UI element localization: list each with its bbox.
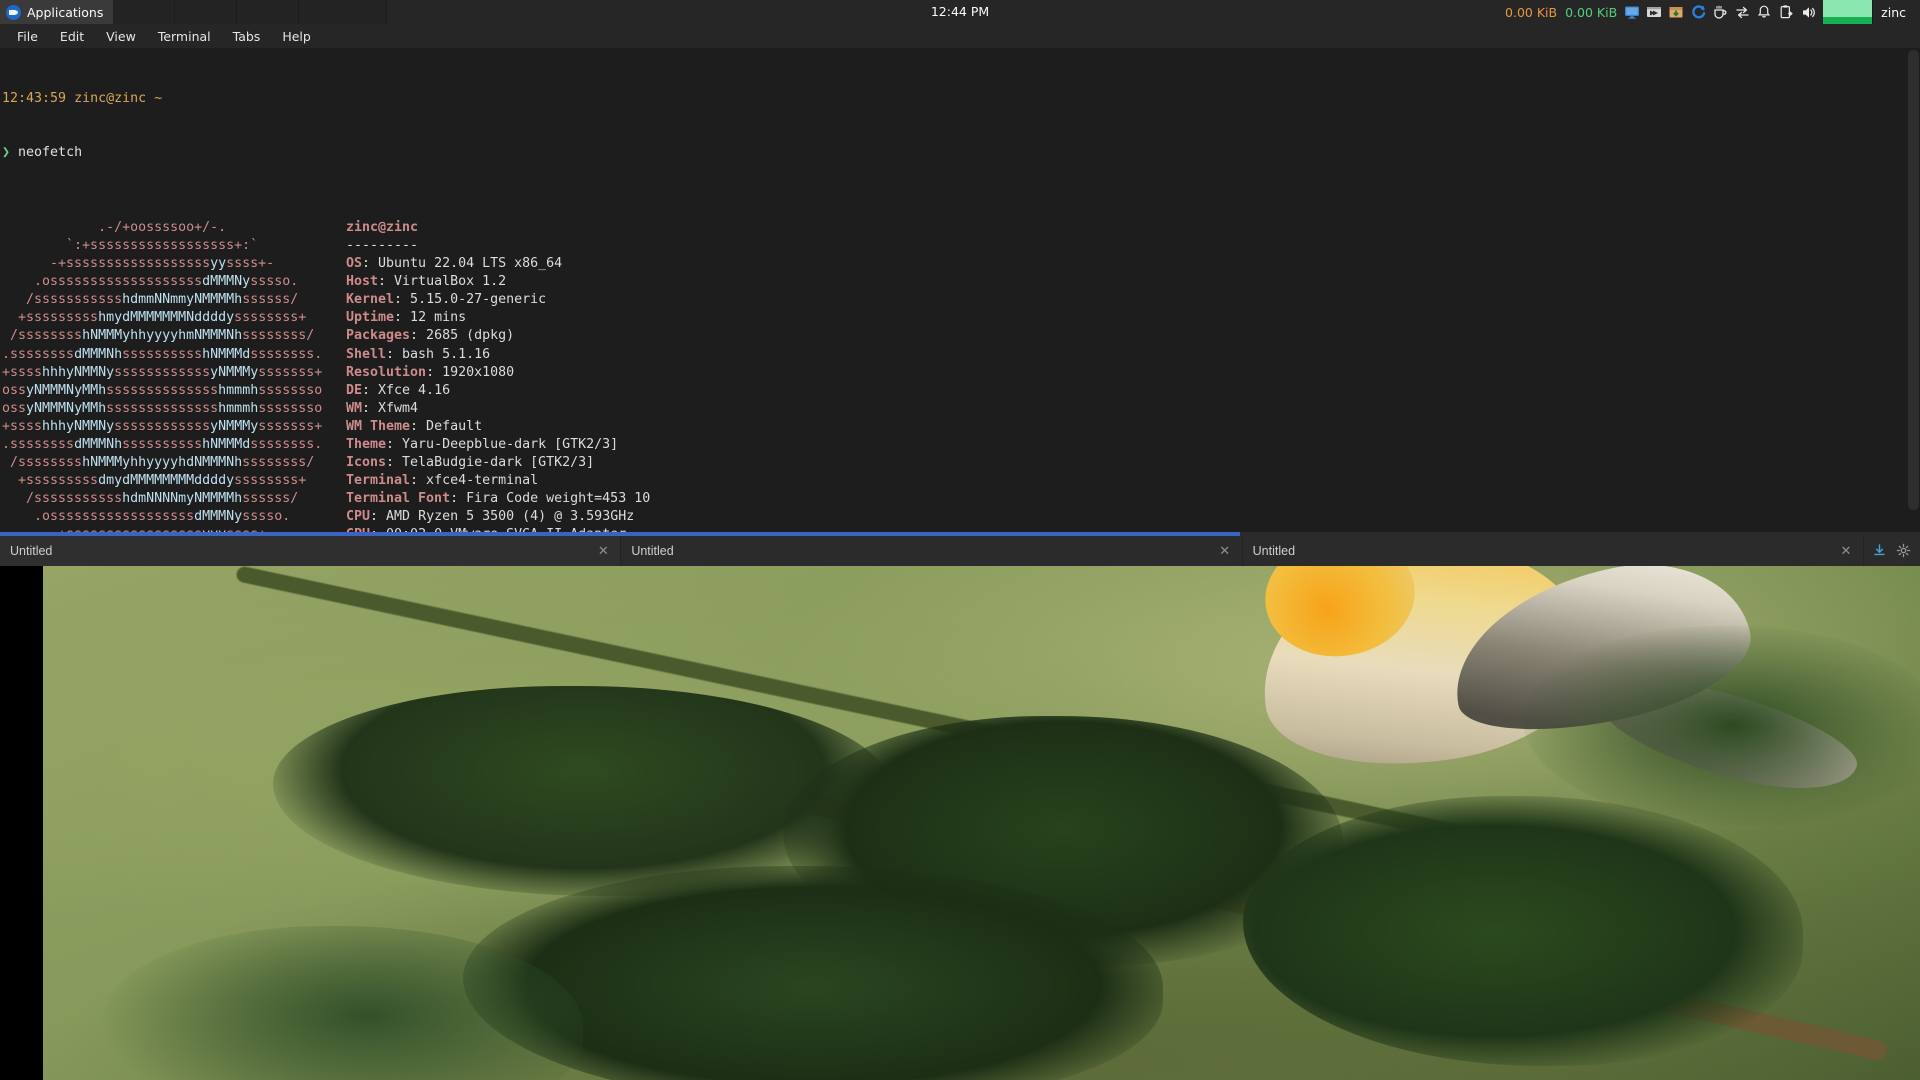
neofetch-output: .-/+oossssoo+/-. `:+ssssssssssssssssss+:… xyxy=(2,219,1920,532)
settings-icon[interactable] xyxy=(1896,543,1912,559)
command-line: ❯ neofetch xyxy=(2,144,1920,162)
prompt-time: 12:43:59 xyxy=(2,91,67,107)
applications-menu-button[interactable]: Applications xyxy=(0,0,114,24)
screenshot-icon[interactable] xyxy=(1643,0,1665,24)
close-icon[interactable]: ✕ xyxy=(1218,543,1232,559)
system-info-block: zinc@zinc --------- OS: Ubuntu 22.04 LTS… xyxy=(346,219,651,532)
task-button[interactable] xyxy=(113,0,176,24)
prompt-line: 12:43:59 zinc@zinc ~ xyxy=(2,90,1920,108)
menu-view[interactable]: View xyxy=(95,26,147,47)
task-button[interactable] xyxy=(237,0,300,24)
prompt-user-host: zinc@zinc xyxy=(74,91,147,107)
terminal-scrollbar[interactable] xyxy=(1907,48,1920,532)
workspace-switcher[interactable] xyxy=(1823,0,1874,24)
terminal-menubar: File Edit View Terminal Tabs Help xyxy=(0,24,1920,48)
viewer-tab-1[interactable]: Untitled ✕ xyxy=(0,536,622,566)
viewer-tab-1-label: Untitled xyxy=(10,544,53,558)
typed-command: neofetch xyxy=(18,145,83,161)
terminal-output[interactable]: 12:43:59 zinc@zinc ~ ❯ neofetch .-/+ooss… xyxy=(0,48,1920,532)
terminal-scrollbar-thumb[interactable] xyxy=(1908,50,1919,510)
image-viewer-window: Untitled ✕ Untitled ✕ Untitled ✕ xyxy=(0,532,1920,1080)
caffeine-cup-icon[interactable] xyxy=(1709,0,1731,24)
network-up-speed: 0.00 KiB xyxy=(1565,4,1618,20)
image-canvas[interactable] xyxy=(0,566,1920,1080)
viewer-tab-3-label: Untitled xyxy=(1252,544,1296,558)
package-update-icon[interactable] xyxy=(1665,0,1687,24)
displayed-image[interactable] xyxy=(43,566,1920,1080)
network-transfer-icon[interactable] xyxy=(1731,0,1753,24)
menu-edit[interactable]: Edit xyxy=(49,26,95,47)
viewer-tab-3[interactable]: Untitled ✕ xyxy=(1242,536,1864,566)
refresh-icon[interactable] xyxy=(1687,0,1709,24)
needle-cluster xyxy=(1523,626,1920,826)
viewer-tabbar: Untitled ✕ Untitled ✕ Untitled ✕ xyxy=(0,536,1920,566)
username-label[interactable]: zinc xyxy=(1877,5,1914,20)
window-task-list[interactable] xyxy=(113,0,388,24)
notification-bell-icon[interactable] xyxy=(1753,0,1775,24)
network-down-speed: 0.00 KiB xyxy=(1505,4,1558,20)
menu-help[interactable]: Help xyxy=(271,26,322,47)
distro-ascii-logo: .-/+oossssoo+/-. `:+ssssssssssssssssss+:… xyxy=(2,219,323,532)
menu-file[interactable]: File xyxy=(6,26,49,47)
prompt-path: ~ xyxy=(154,91,163,107)
close-icon[interactable]: ✕ xyxy=(1839,543,1853,559)
download-icon[interactable] xyxy=(1872,543,1888,559)
volume-icon[interactable] xyxy=(1797,0,1819,24)
menu-terminal[interactable]: Terminal xyxy=(147,26,222,47)
needle-cluster xyxy=(1243,796,1803,1066)
panel-tray-area: 0.00 KiB 0.00 KiB zinc xyxy=(1501,0,1920,24)
task-button[interactable] xyxy=(175,0,238,24)
xfce-panel: Applications 12:44 PM 0.00 KiB 0.00 KiB xyxy=(0,0,1920,24)
applications-menu-label: Applications xyxy=(27,4,104,20)
task-button[interactable] xyxy=(299,0,388,24)
prompt-symbol: ❯ xyxy=(2,145,11,161)
workspace-1[interactable] xyxy=(1823,0,1874,24)
viewer-tab-2-label: Untitled xyxy=(631,544,674,558)
menu-tabs[interactable]: Tabs xyxy=(222,26,272,47)
terminal-window: File Edit View Terminal Tabs Help 12:43:… xyxy=(0,24,1920,532)
close-icon[interactable]: ✕ xyxy=(596,543,610,559)
viewer-tab-tools xyxy=(1864,536,1920,566)
viewer-tab-2[interactable]: Untitled ✕ xyxy=(621,536,1243,566)
display-icon[interactable] xyxy=(1621,0,1643,24)
xfce-mouse-icon xyxy=(6,4,21,20)
clipboard-icon[interactable] xyxy=(1775,0,1797,24)
